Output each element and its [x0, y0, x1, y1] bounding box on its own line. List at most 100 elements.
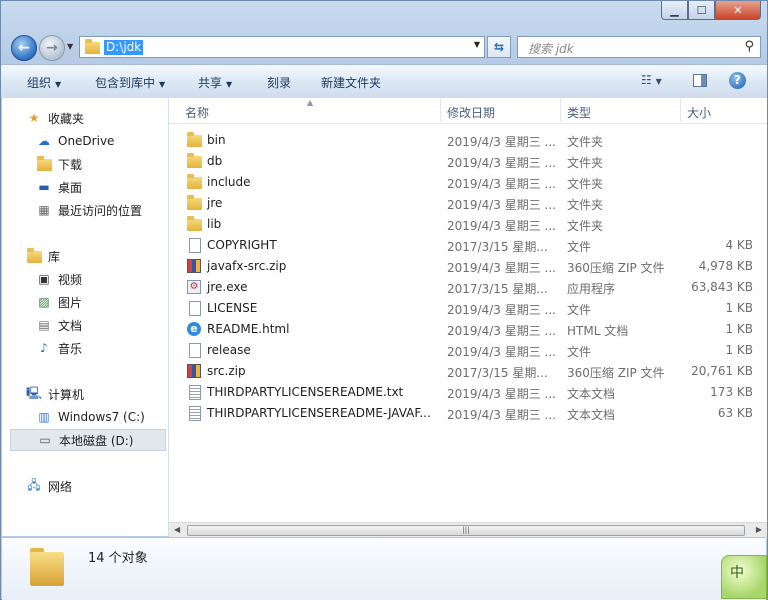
html-document-icon: e [187, 322, 202, 337]
file-row[interactable]: bin 2019/4/3 星期三 ... 文件夹 [169, 130, 767, 151]
file-type: 文本文档 [567, 387, 616, 401]
organize-button[interactable]: 组织 ▼ [27, 74, 61, 91]
file-row[interactable]: db 2019/4/3 星期三 ... 文件夹 [169, 151, 767, 172]
column-date[interactable]: 修改日期 [447, 104, 495, 121]
file-type: 360压缩 ZIP 文件 [567, 261, 665, 275]
installer-icon: ⚙ [187, 280, 202, 295]
file-name: include [207, 175, 251, 189]
back-button[interactable]: ← [11, 35, 37, 61]
file-type: 文件 [567, 303, 592, 317]
file-type: 360压缩 ZIP 文件 [567, 366, 665, 380]
text-document-icon [187, 385, 202, 400]
file-date: 2019/4/3 星期三 ... [447, 177, 556, 191]
sidebar-item-drive-d[interactable]: ▭ 本地磁盘 (D:) [10, 429, 166, 451]
file-size: 173 KB [710, 385, 753, 399]
new-folder-button[interactable]: 新建文件夹 [321, 74, 381, 91]
sidebar-libraries[interactable]: 库 [26, 245, 190, 267]
file-name: javafx-src.zip [207, 259, 287, 273]
sidebar-label: Windows7 (C:) [58, 410, 145, 424]
sidebar-favorites[interactable]: ★ 收藏夹 [26, 107, 190, 129]
file-date: 2019/4/3 星期三 ... [447, 387, 556, 401]
column-headers: ▲ 名称 修改日期 类型 大小 [169, 98, 767, 124]
file-row[interactable]: e README.html 2019/4/3 星期三 ... HTML 文档 1 KB [169, 319, 767, 340]
sidebar-label: 图片 [58, 295, 83, 310]
music-icon: ♪ [40, 341, 48, 355]
search-icon[interactable]: ⚲ [744, 39, 754, 54]
search-box[interactable]: 搜索 jdk ⚲ [517, 36, 761, 58]
zip-archive-icon [187, 259, 202, 274]
chevron-down-icon: ▼ [655, 77, 662, 86]
file-type: 文件 [567, 240, 592, 254]
folder-icon [187, 132, 202, 148]
text-document-icon [187, 406, 202, 421]
column-size[interactable]: 大小 [687, 104, 711, 121]
file-row[interactable]: javafx-src.zip 2019/4/3 星期三 ... 360压缩 ZIP … [169, 256, 767, 277]
library-icon [26, 248, 42, 264]
file-size: 63,843 KB [691, 280, 753, 294]
scroll-right-icon[interactable]: ▶ [756, 525, 762, 534]
file-name: jre [207, 196, 223, 210]
view-options-button[interactable]: ☷ ▼ [641, 73, 662, 87]
file-row[interactable]: LICENSE 2019/4/3 星期三 ... 文件 1 KB [169, 298, 767, 319]
folder-icon [30, 546, 66, 586]
zip-archive-icon [187, 364, 202, 379]
recent-pages-dropdown[interactable]: ▼ [67, 42, 73, 51]
file-name: db [207, 154, 223, 168]
file-row[interactable]: THIRDPARTYLICENSEREADME.txt 2019/4/3 星期三 … [169, 382, 767, 403]
file-type: HTML 文档 [567, 324, 629, 338]
address-dropdown-icon[interactable]: ▼ [474, 40, 480, 49]
file-name: THIRDPARTYLICENSEREADME.txt [207, 385, 404, 399]
command-bar: 组织 ▼ 包含到库中 ▼ 共享 ▼ 刻录 新建文件夹 ☷ ▼ ? [1, 64, 767, 99]
include-in-library-button[interactable]: 包含到库中 ▼ [95, 74, 165, 91]
views-icon: ☷ [641, 73, 652, 87]
address-path[interactable]: D:\jdk [104, 40, 144, 55]
maximize-button[interactable]: ☐ [688, 1, 715, 20]
item-count: 14 个对象 [88, 551, 148, 566]
scrollbar-thumb[interactable]: ||| [187, 525, 745, 536]
scroll-left-icon[interactable]: ◀ [174, 525, 180, 534]
column-divider[interactable] [680, 98, 681, 122]
address-bar[interactable]: D:\jdk ▼ [79, 36, 485, 58]
burn-button[interactable]: 刻录 [267, 74, 291, 91]
file-date: 2019/4/3 星期三 ... [447, 408, 556, 422]
preview-pane-button[interactable] [693, 74, 707, 87]
column-name[interactable]: 名称 [185, 104, 209, 121]
file-size: 1 KB [725, 343, 753, 357]
sidebar-label: 本地磁盘 (D:) [59, 433, 134, 448]
column-divider[interactable] [440, 98, 441, 122]
folder-icon [187, 174, 202, 190]
minimize-button[interactable]: ▁ [661, 1, 688, 20]
forward-button[interactable]: → [39, 35, 65, 61]
column-divider[interactable] [560, 98, 561, 122]
file-row[interactable]: src.zip 2017/3/15 星期... 360压缩 ZIP 文件 20,761… [169, 361, 767, 382]
sidebar-label: OneDrive [58, 134, 115, 148]
refresh-button[interactable]: ⇆ [487, 36, 511, 58]
share-label: 共享 [198, 76, 223, 90]
sidebar-computer[interactable]: 🖳 计算机 [26, 383, 190, 405]
navigation-bar: ← → ▼ D:\jdk ▼ ⇆ 搜索 jdk ⚲ [1, 31, 768, 63]
include-label: 包含到库中 [95, 76, 156, 90]
file-date: 2019/4/3 星期三 ... [447, 303, 556, 317]
star-icon: ★ [28, 111, 40, 125]
file-name: bin [207, 133, 226, 147]
file-row[interactable]: jre 2019/4/3 星期三 ... 文件夹 [169, 193, 767, 214]
file-date: 2019/4/3 星期三 ... [447, 219, 556, 233]
column-type[interactable]: 类型 [567, 104, 591, 121]
file-size: 4 KB [725, 238, 753, 252]
ime-indicator[interactable]: 中 [721, 555, 767, 599]
file-size: 4,978 KB [698, 259, 753, 273]
sidebar-network[interactable]: 🖧 网络 [26, 475, 190, 497]
file-row[interactable]: ⚙ jre.exe 2017/3/15 星期... 应用程序 63,843 KB [169, 277, 767, 298]
close-button[interactable]: ✕ [715, 1, 761, 20]
navigation-pane: ★ 收藏夹 ☁ OneDrive 下载 ▬ 桌面 ▦ 最近访问的位置 库 ▣ 视频 ▨ 图片… [2, 98, 169, 536]
file-name: lib [207, 217, 222, 231]
help-button[interactable]: ? [729, 72, 746, 89]
file-row[interactable]: release 2019/4/3 星期三 ... 文件 1 KB [169, 340, 767, 361]
share-button[interactable]: 共享 ▼ [198, 74, 232, 91]
file-row[interactable]: include 2019/4/3 星期三 ... 文件夹 [169, 172, 767, 193]
file-date: 2019/4/3 星期三 ... [447, 156, 556, 170]
file-row[interactable]: THIRDPARTYLICENSEREADME-JAVAF... 2019/4/3… [169, 403, 767, 424]
file-row[interactable]: COPYRIGHT 2017/3/15 星期... 文件 4 KB [169, 235, 767, 256]
file-name: src.zip [207, 364, 246, 378]
file-row[interactable]: lib 2019/4/3 星期三 ... 文件夹 [169, 214, 767, 235]
